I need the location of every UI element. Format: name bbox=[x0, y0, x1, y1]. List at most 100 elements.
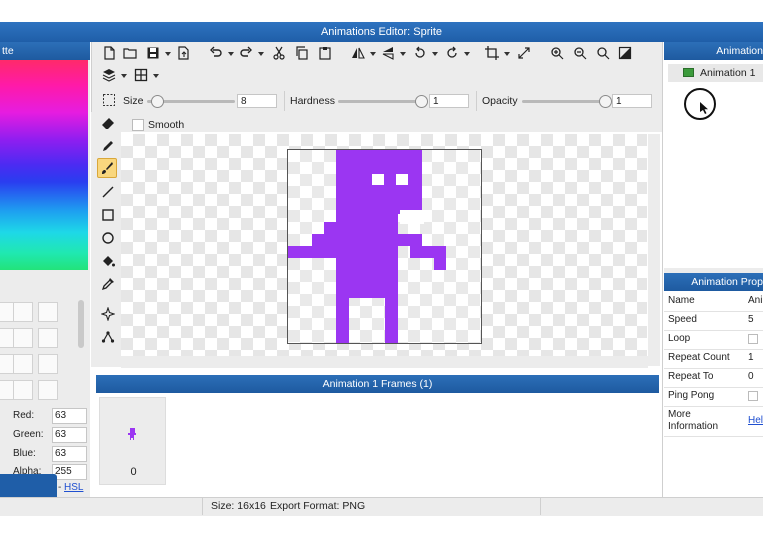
help-link[interactable]: Hel bbox=[748, 415, 763, 426]
property-value[interactable]: 5 bbox=[748, 314, 754, 325]
swatch[interactable] bbox=[38, 380, 58, 400]
flip-dropdown-icon[interactable] bbox=[370, 52, 376, 56]
smooth-checkbox[interactable] bbox=[132, 119, 144, 131]
crop-icon[interactable] bbox=[484, 45, 500, 61]
green-field[interactable]: 63 bbox=[52, 427, 87, 443]
resize-icon[interactable] bbox=[516, 45, 532, 61]
opacity-field[interactable]: 1 bbox=[612, 94, 652, 108]
loop-checkbox[interactable] bbox=[748, 334, 758, 344]
flip-horizontal-icon[interactable] bbox=[350, 45, 366, 61]
rectangle-icon[interactable] bbox=[100, 207, 116, 223]
pencil-icon[interactable] bbox=[100, 138, 116, 154]
flip-vertical-dropdown-icon[interactable] bbox=[400, 52, 406, 56]
undo-icon[interactable] bbox=[208, 45, 224, 61]
new-file-icon[interactable] bbox=[101, 45, 117, 61]
swatch[interactable] bbox=[38, 328, 58, 348]
zoom-in-icon[interactable] bbox=[549, 45, 565, 61]
window-title: Animations Editor: Sprite bbox=[320, 26, 443, 38]
blue-field[interactable]: 63 bbox=[52, 446, 87, 462]
status-divider bbox=[202, 497, 203, 515]
sprite-left-arm bbox=[324, 222, 336, 234]
zoom-out-icon[interactable] bbox=[572, 45, 588, 61]
status-size: Size: 16x16 bbox=[211, 500, 266, 512]
green-label: Green: bbox=[13, 429, 44, 440]
property-key: Name bbox=[668, 295, 695, 306]
crop-dropdown-icon[interactable] bbox=[504, 52, 510, 56]
save-icon[interactable] bbox=[145, 45, 161, 61]
canvas-vertical-scroll-area[interactable] bbox=[648, 134, 660, 366]
frames-panel-header: Animation 1 Frames (1) bbox=[96, 375, 659, 393]
ping-pong-checkbox[interactable] bbox=[748, 391, 758, 401]
hsl-link[interactable]: HSL bbox=[64, 482, 83, 493]
cut-icon[interactable] bbox=[271, 45, 287, 61]
frame-index: 0 bbox=[130, 466, 137, 478]
sprite-left-eye bbox=[372, 174, 384, 185]
size-label: Size bbox=[123, 95, 144, 107]
sprite-canvas[interactable] bbox=[287, 149, 482, 344]
property-key: More Information bbox=[668, 409, 719, 432]
open-folder-icon[interactable] bbox=[122, 45, 138, 61]
red-field[interactable]: 63 bbox=[52, 408, 87, 424]
swatch[interactable] bbox=[38, 302, 58, 322]
size-field[interactable]: 8 bbox=[237, 94, 277, 108]
animations-panel-title: Animation bbox=[716, 45, 763, 57]
copy-icon[interactable] bbox=[294, 45, 310, 61]
line-icon[interactable] bbox=[100, 184, 116, 200]
grid-icon[interactable] bbox=[133, 67, 149, 83]
size-slider-thumb[interactable] bbox=[150, 95, 164, 108]
swatch[interactable] bbox=[38, 354, 58, 374]
property-row-repeat-to: Repeat To 0 bbox=[664, 368, 763, 388]
opacity-slider[interactable] bbox=[522, 100, 610, 103]
hardness-slider-thumb[interactable] bbox=[415, 95, 428, 108]
property-value[interactable]: Ani bbox=[748, 295, 762, 306]
property-row-name: Name Ani bbox=[664, 292, 763, 312]
node-tool-icon[interactable] bbox=[100, 329, 116, 345]
redo-dropdown-icon[interactable] bbox=[258, 52, 264, 56]
swatch[interactable] bbox=[13, 380, 33, 400]
rotate-right-dropdown-icon[interactable] bbox=[464, 52, 470, 56]
zoom-fit-icon[interactable] bbox=[595, 45, 611, 61]
fill-bucket-icon[interactable] bbox=[100, 253, 116, 269]
layers-dropdown-icon[interactable] bbox=[121, 74, 127, 78]
sprite-torso bbox=[336, 214, 398, 298]
sprite-right-eye bbox=[396, 174, 408, 185]
selection-icon[interactable] bbox=[101, 92, 117, 108]
eraser-icon[interactable] bbox=[100, 116, 116, 132]
flip-vertical-icon[interactable] bbox=[380, 45, 396, 61]
export-icon[interactable] bbox=[175, 45, 191, 61]
rotate-left-dropdown-icon[interactable] bbox=[432, 52, 438, 56]
opacity-slider-thumb[interactable] bbox=[599, 95, 612, 108]
mouse-pointer-icon bbox=[700, 102, 708, 114]
swatch[interactable] bbox=[13, 354, 33, 374]
ellipse-icon[interactable] bbox=[100, 230, 116, 246]
animations-panel-header: Animation bbox=[664, 42, 763, 60]
property-key: Speed bbox=[668, 314, 697, 325]
redo-icon[interactable] bbox=[238, 45, 254, 61]
swatch-scrollbar[interactable] bbox=[78, 300, 84, 348]
property-value[interactable]: 1 bbox=[748, 352, 754, 363]
properties-panel-title: Animation Prop bbox=[691, 276, 763, 288]
rotate-right-icon[interactable] bbox=[444, 45, 460, 61]
alpha-field[interactable]: 255 bbox=[52, 464, 87, 480]
background-toggle-icon[interactable] bbox=[617, 45, 633, 61]
frames-panel bbox=[96, 393, 659, 496]
rotate-left-icon[interactable] bbox=[412, 45, 428, 61]
magic-wand-icon[interactable] bbox=[100, 306, 116, 322]
grid-dropdown-icon[interactable] bbox=[153, 74, 159, 78]
paste-icon[interactable] bbox=[317, 45, 333, 61]
frame-thumbnail[interactable]: 0 bbox=[99, 397, 166, 485]
eyedropper-icon[interactable] bbox=[100, 276, 116, 292]
animation-list-item[interactable]: Animation 1 bbox=[668, 64, 763, 82]
brush-icon[interactable] bbox=[99, 160, 115, 176]
divider bbox=[284, 91, 285, 111]
hardness-slider[interactable] bbox=[338, 100, 426, 103]
swatch[interactable] bbox=[13, 302, 33, 322]
property-value[interactable]: 0 bbox=[748, 371, 754, 382]
undo-dropdown-icon[interactable] bbox=[228, 52, 234, 56]
save-dropdown-icon[interactable] bbox=[165, 52, 171, 56]
layers-icon[interactable] bbox=[101, 67, 117, 83]
property-key: Repeat To bbox=[668, 371, 714, 382]
swatch[interactable] bbox=[13, 328, 33, 348]
hardness-field[interactable]: 1 bbox=[429, 94, 469, 108]
canvas-horizontal-scroll-area[interactable] bbox=[121, 356, 648, 368]
